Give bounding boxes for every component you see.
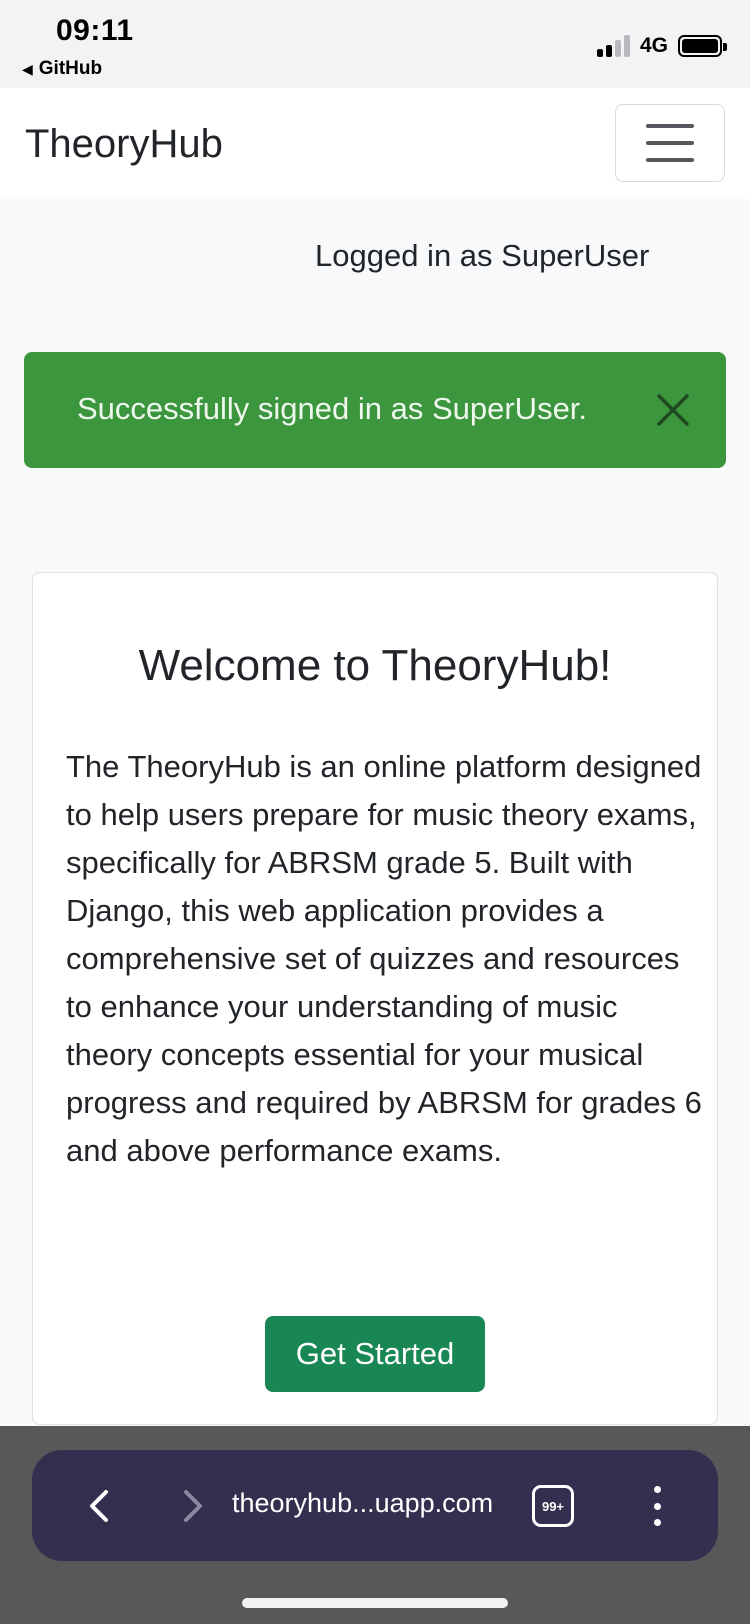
close-icon[interactable] xyxy=(651,388,695,432)
signal-strength-icon xyxy=(596,35,630,57)
success-alert: Successfully signed in as SuperUser. xyxy=(24,352,726,468)
browser-toolbar: theoryhub...uapp.com 99+ xyxy=(0,1426,750,1624)
back-to-app-link[interactable]: ◀ GitHub xyxy=(22,58,102,80)
navbar-toggler-button[interactable] xyxy=(615,104,725,182)
card-description: The TheoryHub is an online platform desi… xyxy=(66,749,702,1168)
status-time: 09:11 xyxy=(56,14,134,47)
more-vertical-icon[interactable] xyxy=(652,1486,662,1526)
status-indicators: 4G xyxy=(596,34,727,58)
battery-icon xyxy=(678,35,727,57)
brand-logo-text[interactable]: TheoryHub xyxy=(25,122,223,167)
logged-in-status: Logged in as SuperUser xyxy=(315,238,650,273)
address-bar[interactable]: theoryhub...uapp.com 99+ xyxy=(32,1450,718,1561)
card-title: Welcome to TheoryHub! xyxy=(138,641,612,690)
welcome-card: Welcome to TheoryHub! The TheoryHub is a… xyxy=(32,572,718,1425)
alert-message: Successfully signed in as SuperUser. xyxy=(77,391,588,426)
back-triangle-icon: ◀ xyxy=(22,61,33,77)
back-app-label: GitHub xyxy=(38,58,103,79)
chevron-right-icon[interactable] xyxy=(172,1486,212,1526)
status-bar: 09:11 ◀ GitHub 4G xyxy=(0,0,750,88)
home-indicator[interactable] xyxy=(242,1598,508,1608)
page: 09:11 ◀ GitHub 4G TheoryHub Logged in as… xyxy=(0,0,750,1624)
url-text[interactable]: theoryhub...uapp.com xyxy=(232,1488,493,1519)
navbar: TheoryHub xyxy=(0,88,750,199)
chevron-left-icon[interactable] xyxy=(80,1486,120,1526)
get-started-button[interactable]: Get Started xyxy=(265,1316,485,1392)
network-type: 4G xyxy=(639,34,668,57)
hamburger-menu-icon xyxy=(646,124,694,128)
tabs-count-button[interactable]: 99+ xyxy=(532,1485,574,1527)
